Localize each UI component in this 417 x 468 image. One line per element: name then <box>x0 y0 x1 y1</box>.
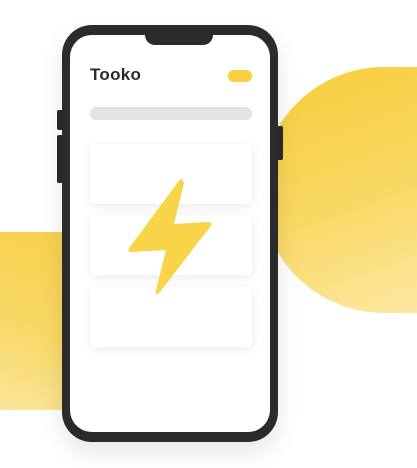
phone-notch <box>145 35 213 45</box>
content-card[interactable] <box>90 287 252 347</box>
decorative-blob-right <box>261 67 417 313</box>
lightning-bolt-icon <box>128 178 212 295</box>
search-bar-placeholder[interactable] <box>90 107 252 120</box>
app-title: Tooko <box>90 65 142 84</box>
menu-pill-icon[interactable] <box>228 70 252 82</box>
